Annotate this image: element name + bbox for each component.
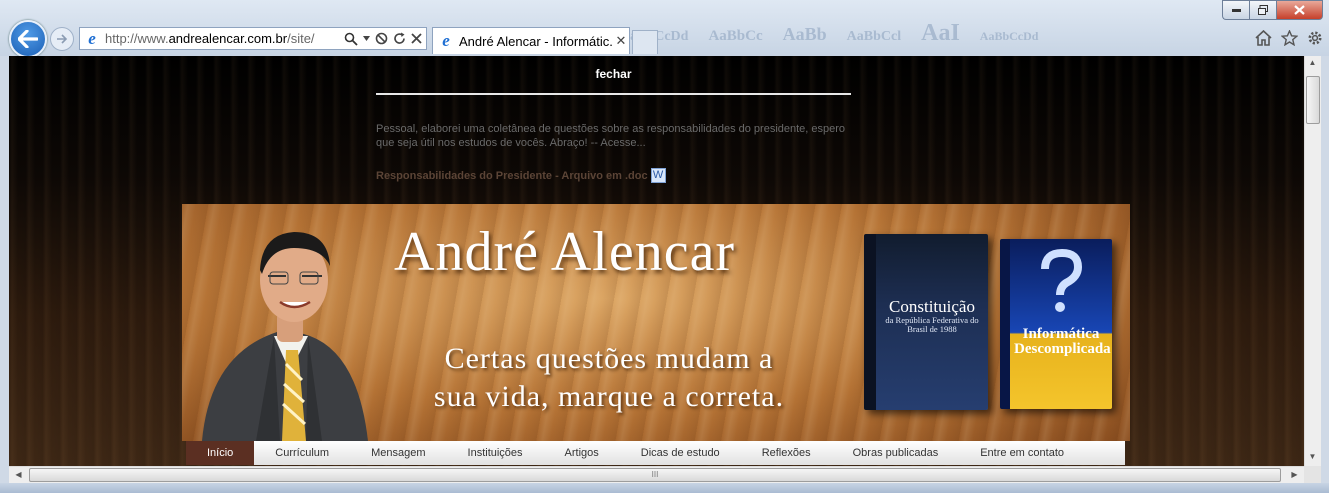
doc-file-icon[interactable]: W bbox=[650, 168, 666, 183]
nav-item-inicio[interactable]: Início bbox=[186, 441, 255, 465]
window-controls bbox=[1222, 0, 1323, 20]
close-icon[interactable] bbox=[411, 33, 422, 44]
scroll-right-icon[interactable]: ▶ bbox=[1287, 470, 1302, 479]
forward-button[interactable] bbox=[50, 27, 74, 51]
nav-item-instituicoes[interactable]: Instituições bbox=[447, 441, 544, 465]
scroll-up-icon[interactable]: ▲ bbox=[1305, 58, 1320, 67]
search-icon[interactable] bbox=[344, 32, 358, 46]
scroll-down-icon[interactable]: ▼ bbox=[1305, 452, 1320, 461]
nav-item-dicas-de-estudo[interactable]: Dicas de estudo bbox=[620, 441, 741, 465]
scroll-left-icon[interactable]: ◀ bbox=[11, 470, 26, 479]
vertical-scroll-thumb[interactable] bbox=[1306, 76, 1320, 124]
restore-icon bbox=[1258, 5, 1268, 15]
download-link[interactable]: Responsabilidades do Presidente - Arquiv… bbox=[376, 168, 851, 183]
book-constituicao: Constituição da República Federativa do … bbox=[864, 234, 988, 410]
author-photo bbox=[202, 232, 368, 441]
nav-item-artigos[interactable]: Artigos bbox=[544, 441, 620, 465]
dropdown-icon[interactable] bbox=[363, 35, 370, 42]
address-tools bbox=[344, 32, 426, 46]
banner-slogan: Certas questões mudam a sua vida, marque… bbox=[394, 340, 824, 416]
new-tab-button[interactable] bbox=[632, 30, 658, 54]
nav-item-reflexoes[interactable]: Reflexões bbox=[741, 441, 832, 465]
refresh-icon[interactable] bbox=[393, 32, 406, 45]
browser-toolbar: AaBbCcDdAaBbCcAaBbAaBbCclAaIAaBbCcDd e h… bbox=[0, 0, 1329, 58]
tab-title: André Alencar - Informátic... bbox=[459, 33, 613, 49]
tab-close-button[interactable]: ✕ bbox=[613, 33, 629, 49]
book2-title: Informática Descomplicada bbox=[1014, 326, 1111, 357]
slogan-line-1: Certas questões mudam a bbox=[444, 342, 774, 375]
url-path: /site/ bbox=[287, 31, 315, 46]
home-icon[interactable] bbox=[1255, 30, 1272, 46]
address-bar[interactable]: e http://www.andrealencar.com.br/site/ bbox=[79, 27, 427, 50]
ie-logo-icon: e bbox=[442, 31, 450, 50]
minimize-icon bbox=[1231, 8, 1241, 12]
banner-title: André Alencar bbox=[394, 221, 736, 283]
horizontal-scrollbar[interactable]: ◀ III ▶ bbox=[9, 466, 1304, 483]
minimize-button[interactable] bbox=[1222, 0, 1249, 20]
nav-item-entre-em-contato[interactable]: Entre em contato bbox=[959, 441, 1085, 465]
horizontal-scroll-thumb[interactable]: III bbox=[29, 468, 1281, 482]
popup-close-link[interactable]: fechar bbox=[376, 67, 851, 81]
popup-message: Pessoal, elaborei uma coletânea de quest… bbox=[376, 123, 846, 149]
stop-icon[interactable] bbox=[375, 32, 388, 45]
announcement-popup: fechar Pessoal, elaborei uma coletânea d… bbox=[376, 56, 851, 183]
toolbar-background: AaBbCcDdAaBbCcAaBbAaBbCclAaIAaBbCcDd bbox=[620, 20, 1039, 46]
slogan-line-2: sua vida, marque a correta. bbox=[433, 380, 785, 413]
page-viewport: fechar Pessoal, elaborei uma coletânea d… bbox=[9, 56, 1304, 466]
forward-arrow-icon bbox=[57, 34, 68, 44]
ie-logo-icon: e bbox=[88, 28, 96, 48]
book1-title: Constituição bbox=[889, 297, 975, 316]
browser-tools bbox=[1255, 30, 1323, 46]
popup-divider bbox=[376, 93, 851, 95]
book-informatica: Informática Descomplicada bbox=[1000, 239, 1112, 409]
browser-tab[interactable]: e André Alencar - Informátic... ✕ bbox=[432, 27, 630, 54]
nav-item-mensagem[interactable]: Mensagem bbox=[350, 441, 446, 465]
url-domain: andrealencar.com.br bbox=[168, 31, 288, 46]
scrollbar-corner bbox=[1304, 466, 1321, 483]
download-link-label[interactable]: Responsabilidades do Presidente - Arquiv… bbox=[376, 170, 648, 182]
nav-item-obras-publicadas[interactable]: Obras publicadas bbox=[832, 441, 960, 465]
url-text[interactable]: http://www.andrealencar.com.br/site/ bbox=[105, 31, 344, 46]
back-arrow-icon bbox=[18, 30, 38, 48]
question-mark-icon bbox=[1041, 248, 1083, 312]
url-prefix: http://www. bbox=[105, 31, 169, 46]
maximize-button[interactable] bbox=[1249, 0, 1276, 20]
back-button[interactable] bbox=[9, 20, 47, 58]
site-navigation: Início Currículum Mensagem Instituições … bbox=[186, 441, 1125, 465]
nav-item-curriculum[interactable]: Currículum bbox=[254, 441, 350, 465]
vertical-scrollbar[interactable]: ▲ ▼ bbox=[1304, 56, 1321, 466]
site-banner: André Alencar Certas questões mudam a su… bbox=[182, 204, 1130, 441]
settings-gear-icon[interactable] bbox=[1307, 30, 1323, 46]
book1-subtitle: da República Federativa do Brasil de 198… bbox=[885, 315, 979, 334]
close-icon bbox=[1294, 5, 1305, 15]
favorites-star-icon[interactable] bbox=[1281, 30, 1298, 46]
window-bottom-frame bbox=[0, 483, 1329, 493]
close-window-button[interactable] bbox=[1276, 0, 1323, 20]
